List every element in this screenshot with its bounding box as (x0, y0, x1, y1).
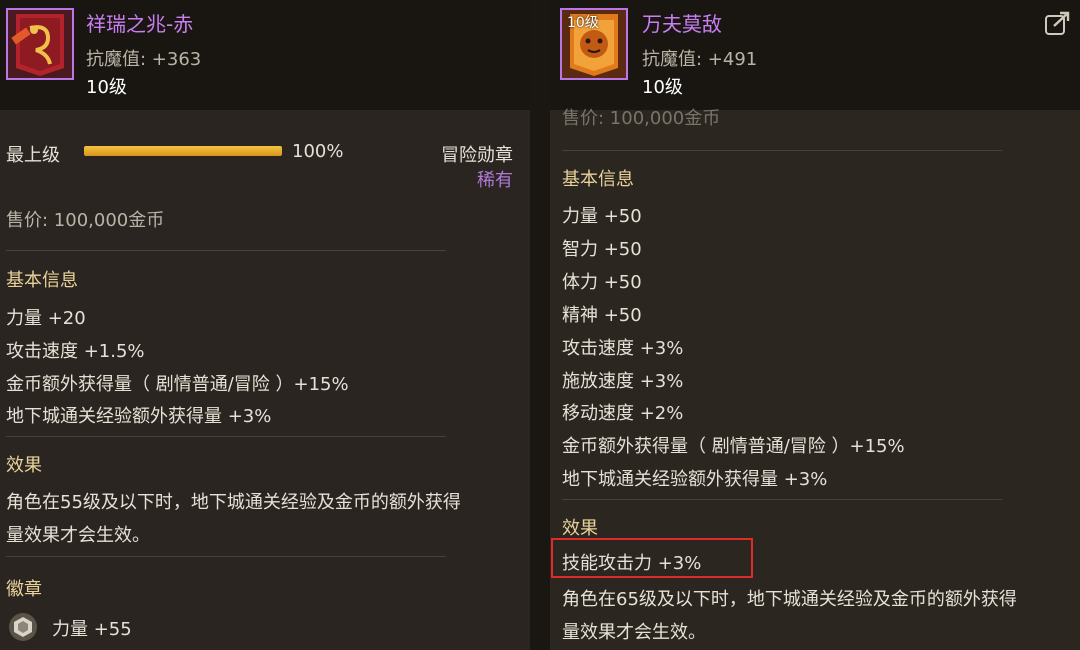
item-rarity: 稀有 (477, 170, 513, 191)
effect-title: 效果 (6, 455, 42, 476)
sell-price: 售价: 100,000金币 (6, 210, 165, 231)
divider (6, 556, 446, 557)
item-title: 祥瑞之兆-赤 (86, 12, 194, 36)
effect-line: 角色在65级及以下时，地下城通关经验及金币的额外获得 (562, 589, 1017, 610)
item-level: 10级 (642, 77, 683, 98)
left-header (0, 0, 530, 110)
upgrade-progress-fill (84, 146, 282, 156)
stat-line: 地下城通关经验额外获得量 +3% (562, 469, 828, 490)
stat-line: 移动速度 +2% (562, 403, 684, 424)
stat-line: 金币额外获得量（ 剧情普通/冒险 ）+15% (562, 436, 905, 457)
left-tooltip-panel: 祥瑞之兆-赤 抗魔值: +363 10级 最上级 100% 冒险勋章 稀有 售价… (0, 0, 530, 650)
panel-gap (530, 0, 550, 650)
badge-title: 徽章 (6, 579, 42, 600)
effect-line: 量效果才会生效。 (6, 525, 150, 546)
effect-line: 角色在55级及以下时，地下城通关经验及金币的额外获得 (6, 492, 461, 513)
effect-line: 量效果才会生效。 (562, 622, 706, 643)
max-level-label: 最上级 (6, 145, 60, 166)
progress-percent: 100% (292, 141, 344, 162)
stat-line: 体力 +50 (562, 272, 642, 293)
stat-line: 施放速度 +3% (562, 371, 684, 392)
thumb-level: 10级 (567, 15, 599, 31)
magic-resist: 抗魔值: +363 (86, 49, 202, 70)
magic-resist: 抗魔值: +491 (642, 49, 758, 70)
gem-badge-icon (8, 612, 38, 642)
stat-line: 地下城通关经验额外获得量 +3% (6, 406, 272, 427)
basic-info-title: 基本信息 (562, 169, 634, 190)
red-dragon-banner-icon[interactable] (6, 8, 74, 80)
highlight-box (551, 538, 753, 578)
stat-line: 攻击速度 +3% (562, 338, 684, 359)
right-header (550, 0, 1080, 110)
stat-line: 金币额外获得量（ 剧情普通/冒险 ）+15% (6, 374, 349, 395)
item-level: 10级 (86, 77, 127, 98)
badge-stat: 力量 +55 (52, 619, 132, 640)
divider (562, 499, 1002, 500)
tiger-banner-icon[interactable]: 10级 (560, 8, 628, 80)
effect-title: 效果 (562, 518, 598, 539)
stat-line: 精神 +50 (562, 305, 642, 326)
divider (6, 250, 446, 251)
basic-info-title: 基本信息 (6, 270, 78, 291)
stat-line: 攻击速度 +1.5% (6, 341, 145, 362)
stat-line: 力量 +20 (6, 308, 86, 329)
item-category: 冒险勋章 (441, 145, 513, 166)
sell-price: 售价: 100,000金币 (562, 108, 721, 129)
divider (6, 436, 446, 437)
share-icon[interactable] (1044, 10, 1072, 36)
upgrade-progress-bar (84, 146, 282, 156)
divider (562, 150, 1002, 151)
item-title: 万夫莫敌 (642, 12, 722, 36)
stat-line: 力量 +50 (562, 206, 642, 227)
stat-line: 智力 +50 (562, 239, 642, 260)
